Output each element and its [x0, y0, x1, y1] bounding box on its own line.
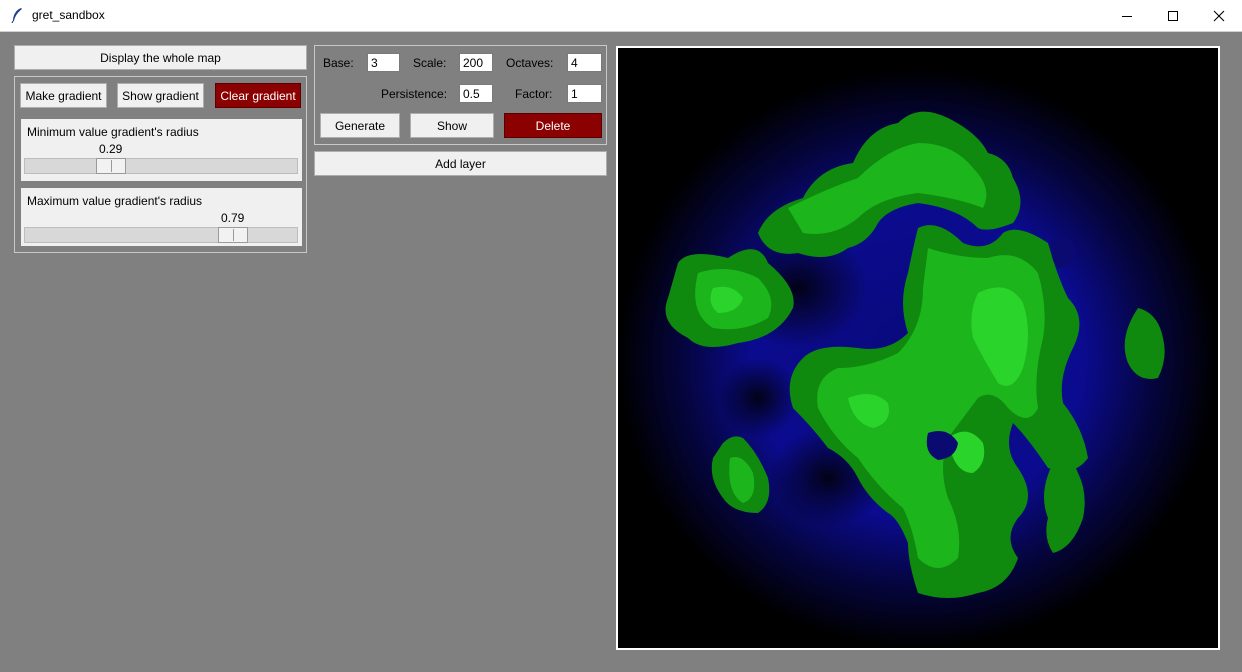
- layer-frame: Base: Scale: Octaves: Persistence: Facto…: [314, 45, 607, 145]
- gradient-frame: Make gradient Show gradient Clear gradie…: [14, 76, 307, 253]
- min-radius-panel: Minimum value gradient's radius 0.29: [21, 119, 302, 181]
- close-button[interactable]: [1196, 0, 1242, 31]
- generate-button[interactable]: Generate: [320, 113, 400, 138]
- min-radius-label: Minimum value gradient's radius: [27, 125, 199, 139]
- min-radius-slider[interactable]: [24, 158, 298, 174]
- factor-input[interactable]: [567, 84, 602, 103]
- scale-label: Scale:: [413, 56, 447, 70]
- clear-gradient-button[interactable]: Clear gradient: [215, 83, 301, 108]
- base-label: Base:: [323, 56, 354, 70]
- minimize-icon: [1122, 15, 1132, 17]
- show-layer-button[interactable]: Show: [410, 113, 494, 138]
- title-bar: gret_sandbox: [0, 0, 1242, 32]
- feather-icon: [11, 8, 22, 23]
- close-icon: [1213, 10, 1225, 21]
- octaves-label: Octaves:: [506, 56, 554, 70]
- delete-layer-button[interactable]: Delete: [504, 113, 602, 138]
- persistence-input[interactable]: [459, 84, 493, 103]
- max-radius-panel: Maximum value gradient's radius 0.79: [21, 188, 302, 246]
- scale-input[interactable]: [459, 53, 493, 72]
- show-gradient-button[interactable]: Show gradient: [117, 83, 204, 108]
- make-gradient-button[interactable]: Make gradient: [20, 83, 107, 108]
- max-radius-slider-handle[interactable]: [218, 227, 248, 243]
- min-radius-value: 0.29: [99, 142, 123, 156]
- persistence-label: Persistence:: [381, 87, 448, 101]
- map-canvas[interactable]: [616, 46, 1220, 650]
- octaves-input[interactable]: [567, 53, 602, 72]
- minimize-button[interactable]: [1104, 0, 1150, 31]
- maximize-button[interactable]: [1150, 0, 1196, 31]
- factor-label: Factor:: [515, 87, 553, 101]
- noise-map-image: [618, 48, 1218, 648]
- add-layer-button[interactable]: Add layer: [314, 151, 607, 176]
- base-input[interactable]: [367, 53, 400, 72]
- max-radius-value: 0.79: [221, 211, 245, 225]
- window-title: gret_sandbox: [32, 8, 105, 22]
- max-radius-slider[interactable]: [24, 227, 298, 243]
- max-radius-label: Maximum value gradient's radius: [27, 194, 203, 208]
- display-whole-map-button[interactable]: Display the whole map: [14, 45, 307, 70]
- min-radius-slider-handle[interactable]: [96, 158, 126, 174]
- maximize-icon: [1168, 10, 1178, 21]
